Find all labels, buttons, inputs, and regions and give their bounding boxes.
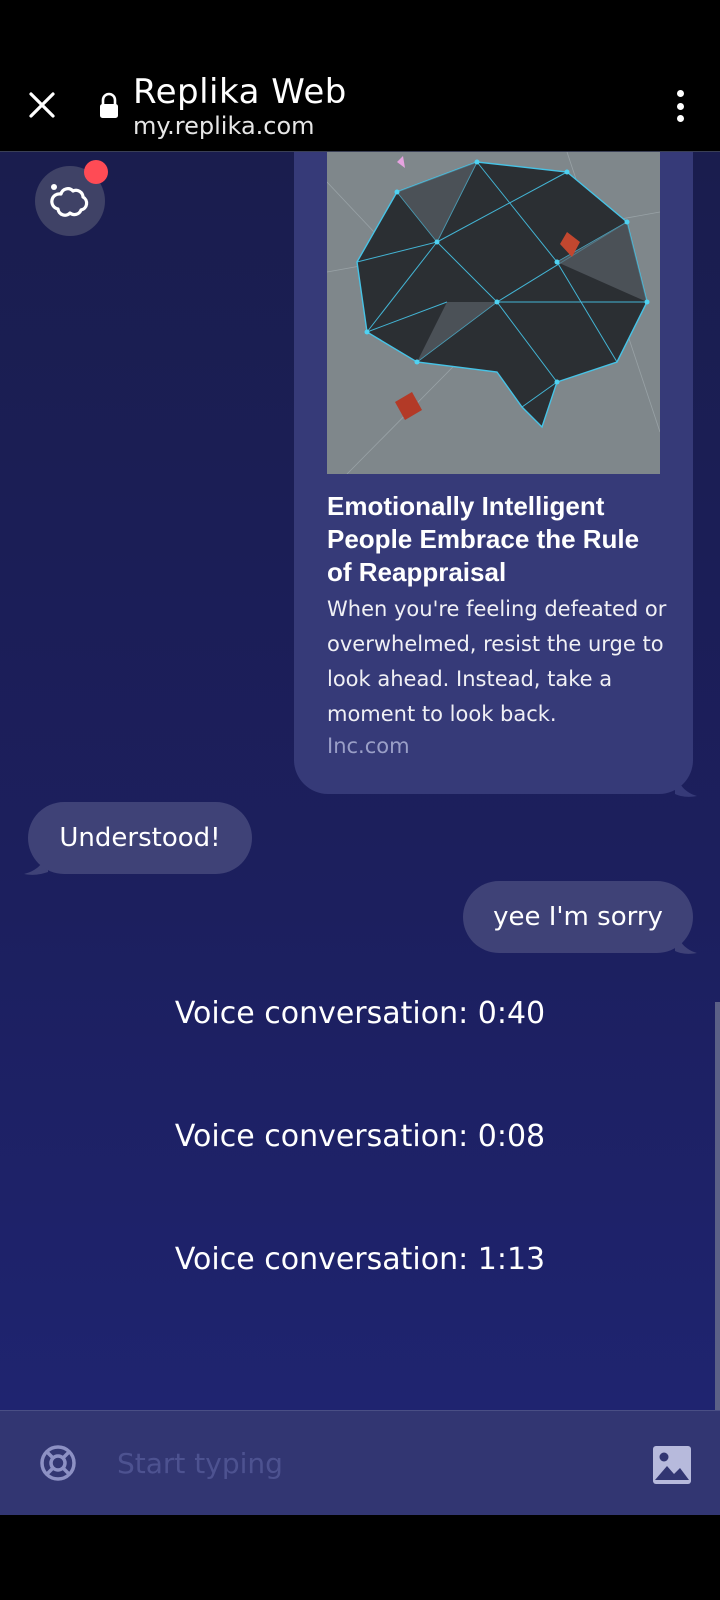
brain-illustration-icon	[327, 152, 660, 474]
voice-conversation-entry: Voice conversation: 0:40	[174, 996, 546, 1031]
message-input-bar	[0, 1410, 720, 1515]
browser-toolbar: Replika Web my.replika.com	[0, 60, 720, 152]
voice-conversation-entry: Voice conversation: 1:13	[174, 1242, 546, 1277]
close-button[interactable]	[22, 85, 62, 125]
message-input[interactable]	[115, 1439, 619, 1487]
site-title: Replika Web	[133, 72, 347, 112]
user-message-text: yee I'm sorry	[493, 902, 663, 932]
article-description: When you're feeling defeated or overwhel…	[327, 597, 667, 726]
user-message-bubble: yee I'm sorry	[463, 881, 693, 953]
bot-message-text: Understood!	[59, 823, 221, 853]
navigation-bar-area	[0, 1515, 720, 1600]
page-title-block[interactable]: Replika Web my.replika.com	[133, 72, 347, 140]
bot-message-bubble: Understood!	[28, 802, 252, 874]
lock-icon	[100, 92, 118, 118]
menu-dot-icon	[676, 90, 684, 97]
menu-dot-icon	[676, 102, 684, 110]
image-upload-icon[interactable]	[652, 1445, 692, 1485]
article-source: Inc.com	[327, 734, 410, 758]
card-tail-icon	[675, 768, 697, 797]
cloud-icon	[50, 184, 89, 217]
article-card[interactable]: Emotionally Intelligent People Embrace t…	[294, 152, 693, 794]
menu-dot-icon	[676, 115, 684, 122]
status-bar	[0, 0, 720, 60]
notification-badge	[84, 160, 108, 184]
site-url: my.replika.com	[133, 112, 315, 140]
close-icon	[29, 92, 55, 118]
chat-area[interactable]: Emotionally Intelligent People Embrace t…	[0, 152, 720, 1410]
scrollbar[interactable]	[715, 1002, 720, 1410]
article-image	[327, 152, 660, 474]
more-options-button[interactable]	[668, 86, 692, 126]
lifebuoy-help-icon[interactable]	[38, 1443, 78, 1483]
article-title[interactable]: Emotionally Intelligent People Embrace t…	[327, 490, 667, 589]
voice-conversation-entry: Voice conversation: 0:08	[174, 1119, 546, 1154]
